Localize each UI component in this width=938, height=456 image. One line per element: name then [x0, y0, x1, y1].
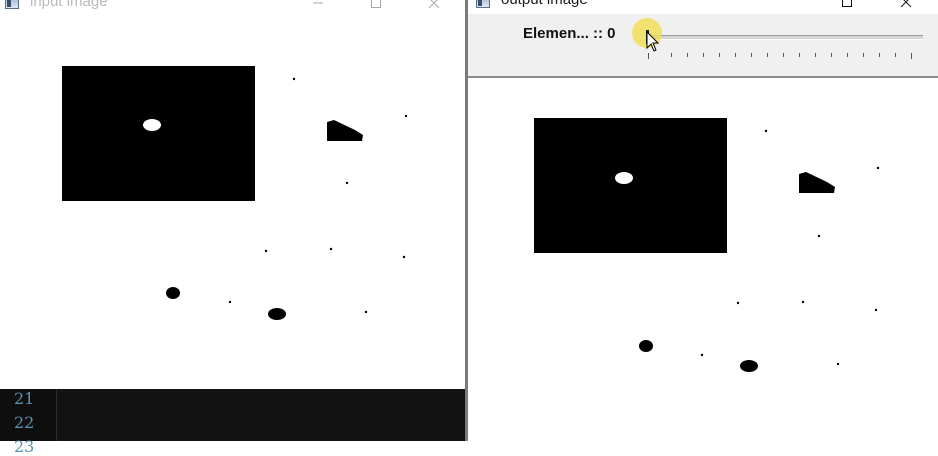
- trackbar-tick: [783, 53, 784, 57]
- input-image-titlebar[interactable]: input image: [0, 0, 466, 14]
- close-button[interactable]: [411, 0, 457, 14]
- triangle-blob: [799, 172, 835, 193]
- trackbar-tick: [671, 53, 672, 57]
- trackbar-tick: [751, 53, 752, 57]
- output-image-title: output image: [501, 0, 588, 8]
- trackbar-tick: [648, 53, 649, 59]
- input-image-title: input image: [30, 0, 108, 10]
- trackbar-tick: [911, 53, 912, 59]
- mouse-pointer-icon: [646, 31, 660, 52]
- large-black-rectangle: [62, 66, 255, 201]
- dot: [404, 114, 408, 118]
- trackbar-tick: [767, 53, 768, 57]
- line-number-gutter: 21 22 23: [0, 389, 57, 456]
- dot: [264, 249, 268, 253]
- small-blob-right: [740, 360, 758, 372]
- close-icon: [428, 0, 440, 9]
- trackbar-tick: [735, 53, 736, 57]
- output-image-content: [534, 118, 880, 372]
- app-window-icon: [5, 0, 19, 9]
- trackbar-panel: Elemen... :: 0: [468, 14, 938, 76]
- maximize-icon: [371, 0, 381, 8]
- small-blob-left: [166, 287, 180, 299]
- dot: [876, 166, 880, 170]
- dot: [836, 362, 840, 366]
- dot: [292, 77, 296, 81]
- trackbar-tick: [895, 53, 896, 57]
- dot: [874, 308, 878, 312]
- large-black-rectangle: [534, 118, 727, 253]
- input-image-content: [62, 66, 408, 320]
- output-image-canvas: [470, 78, 936, 441]
- white-blob: [615, 172, 633, 184]
- dot: [329, 247, 333, 251]
- dot: [736, 301, 740, 305]
- dot: [801, 300, 805, 304]
- minimize-button[interactable]: [295, 0, 341, 14]
- trackbar-tick: [847, 53, 848, 57]
- input-image-window: input image: [0, 0, 466, 389]
- line-number: 21: [14, 389, 35, 408]
- small-blob-right: [268, 308, 286, 320]
- maximize-button[interactable]: [824, 0, 870, 13]
- triangle-blob: [327, 120, 363, 141]
- trackbar-tick: [831, 53, 832, 57]
- trackbar-tick: [799, 53, 800, 57]
- dot: [364, 310, 368, 314]
- output-image-window: output image Elemen... :: 0: [468, 0, 938, 441]
- dot: [764, 129, 768, 133]
- trackbar-tick: [687, 53, 688, 57]
- close-button[interactable]: [883, 0, 929, 13]
- minimize-icon: [313, 2, 323, 4]
- trackbar-tick: [863, 53, 864, 57]
- editor-text-area[interactable]: [57, 389, 465, 441]
- close-icon: [900, 0, 912, 8]
- trackbar-tick: [879, 53, 880, 57]
- dot: [228, 300, 232, 304]
- trackbar-tick: [815, 53, 816, 57]
- dot: [402, 255, 406, 259]
- trackbar-tick: [719, 53, 720, 57]
- trackbar-ticks: [648, 53, 923, 59]
- trackbar-track[interactable]: [648, 35, 923, 40]
- dot: [700, 353, 704, 357]
- line-number: 23: [14, 437, 35, 456]
- maximize-icon: [842, 0, 852, 7]
- app-window-icon: [476, 0, 490, 8]
- trackbar-label: Elemen... :: 0: [523, 25, 616, 42]
- maximize-button[interactable]: [353, 0, 399, 14]
- small-blob-left: [639, 340, 653, 352]
- dot: [345, 181, 349, 185]
- trackbar-tick: [703, 53, 704, 57]
- code-editor[interactable]: 21 22 23: [0, 389, 465, 456]
- line-number: 22: [14, 413, 35, 432]
- dot: [817, 234, 821, 238]
- output-image-titlebar[interactable]: output image: [468, 0, 938, 13]
- white-blob: [143, 119, 161, 131]
- input-image-canvas: [0, 24, 465, 387]
